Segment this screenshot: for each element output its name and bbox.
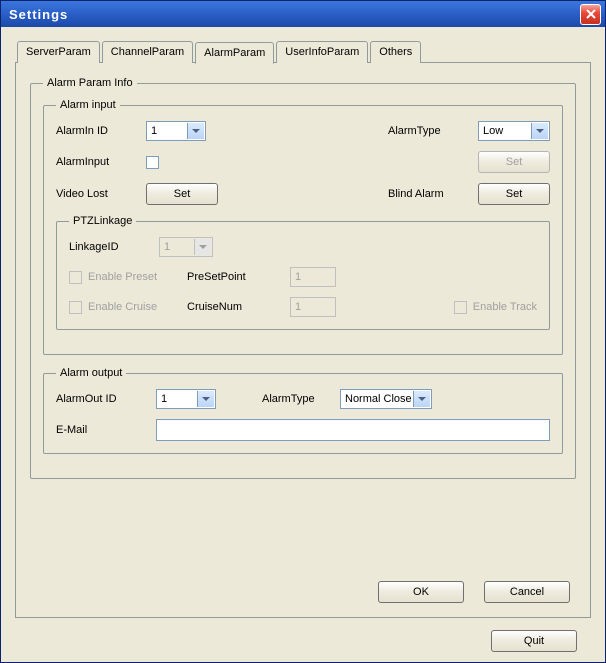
- alarmout-id-value: 1: [161, 393, 167, 405]
- titlebar: Settings: [1, 1, 605, 27]
- close-icon: [586, 9, 596, 19]
- tab-serverparam[interactable]: ServerParam: [17, 41, 100, 63]
- chevron-down-icon: [536, 129, 544, 133]
- enable-track-label: Enable Track: [473, 301, 537, 313]
- cruisenum-input: 1: [290, 297, 336, 317]
- alarmout-id-select[interactable]: 1: [156, 389, 216, 409]
- close-button[interactable]: [580, 4, 601, 25]
- ok-button[interactable]: OK: [378, 581, 464, 603]
- alarminput-set-button: Set: [478, 151, 550, 173]
- alarmout-type-label: AlarmType: [262, 393, 332, 405]
- alarmout-type-value: Normal Close: [345, 393, 412, 405]
- enable-preset-label: Enable Preset: [88, 271, 157, 283]
- linkageid-select: 1: [159, 237, 213, 257]
- ok-cancel-bar: OK Cancel: [378, 581, 570, 603]
- tab-userinfoparam[interactable]: UserInfoParam: [276, 41, 368, 63]
- tab-strip: ServerParam ChannelParam AlarmParam User…: [15, 41, 591, 63]
- chevron-down-icon: [202, 397, 210, 401]
- chevron-down-icon: [199, 245, 207, 249]
- tab-alarmparam[interactable]: AlarmParam: [195, 42, 274, 64]
- blindalarm-set-button[interactable]: Set: [478, 183, 550, 205]
- tab-channelparam[interactable]: ChannelParam: [102, 41, 193, 63]
- alarminput-label: AlarmInput: [56, 156, 138, 168]
- tab-panel-alarmparam: Alarm Param Info Alarm input AlarmIn ID …: [15, 62, 591, 618]
- videolost-label: Video Lost: [56, 188, 138, 200]
- quit-bar: Quit: [491, 630, 577, 652]
- presetpoint-label: PreSetPoint: [187, 271, 282, 283]
- alarm-output-legend: Alarm output: [56, 367, 126, 379]
- alarmout-type-select[interactable]: Normal Close: [340, 389, 432, 409]
- alarm-input-group: Alarm input AlarmIn ID 1 AlarmType Low: [43, 99, 563, 355]
- enable-cruise-label: Enable Cruise: [88, 301, 157, 313]
- linkageid-value: 1: [164, 241, 170, 253]
- alarminput-checkbox[interactable]: [146, 156, 159, 169]
- client-area: ServerParam ChannelParam AlarmParam User…: [1, 27, 605, 662]
- enable-cruise-checkbox: [69, 301, 82, 314]
- alarmtype-label: AlarmType: [388, 125, 470, 137]
- alarm-param-info-group: Alarm Param Info Alarm input AlarmIn ID …: [30, 77, 576, 479]
- tab-others[interactable]: Others: [370, 41, 421, 63]
- alarmin-id-label: AlarmIn ID: [56, 125, 138, 137]
- presetpoint-input: 1: [290, 267, 336, 287]
- alarm-param-info-legend: Alarm Param Info: [43, 77, 137, 89]
- enable-preset-checkbox: [69, 271, 82, 284]
- email-input[interactable]: [156, 419, 550, 441]
- enable-track-checkbox: [454, 301, 467, 314]
- alarmin-id-value: 1: [151, 125, 157, 137]
- chevron-down-icon: [192, 129, 200, 133]
- alarm-input-legend: Alarm input: [56, 99, 120, 111]
- email-label: E-Mail: [56, 424, 148, 436]
- alarm-output-group: Alarm output AlarmOut ID 1 AlarmType Nor…: [43, 367, 563, 454]
- cruisenum-label: CruiseNum: [187, 301, 282, 313]
- quit-button[interactable]: Quit: [491, 630, 577, 652]
- ptz-linkage-legend: PTZLinkage: [69, 215, 136, 227]
- videolost-set-button[interactable]: Set: [146, 183, 218, 205]
- linkageid-label: LinkageID: [69, 241, 151, 253]
- alarmtype-select[interactable]: Low: [478, 121, 550, 141]
- cancel-button[interactable]: Cancel: [484, 581, 570, 603]
- chevron-down-icon: [418, 397, 426, 401]
- alarmtype-value: Low: [483, 125, 503, 137]
- ptz-linkage-group: PTZLinkage LinkageID 1 Enable Pres: [56, 215, 550, 330]
- blindalarm-label: Blind Alarm: [388, 188, 470, 200]
- alarmout-id-label: AlarmOut ID: [56, 393, 148, 405]
- alarmin-id-select[interactable]: 1: [146, 121, 206, 141]
- window-title: Settings: [9, 7, 580, 22]
- settings-window: Settings ServerParam ChannelParam AlarmP…: [0, 0, 606, 663]
